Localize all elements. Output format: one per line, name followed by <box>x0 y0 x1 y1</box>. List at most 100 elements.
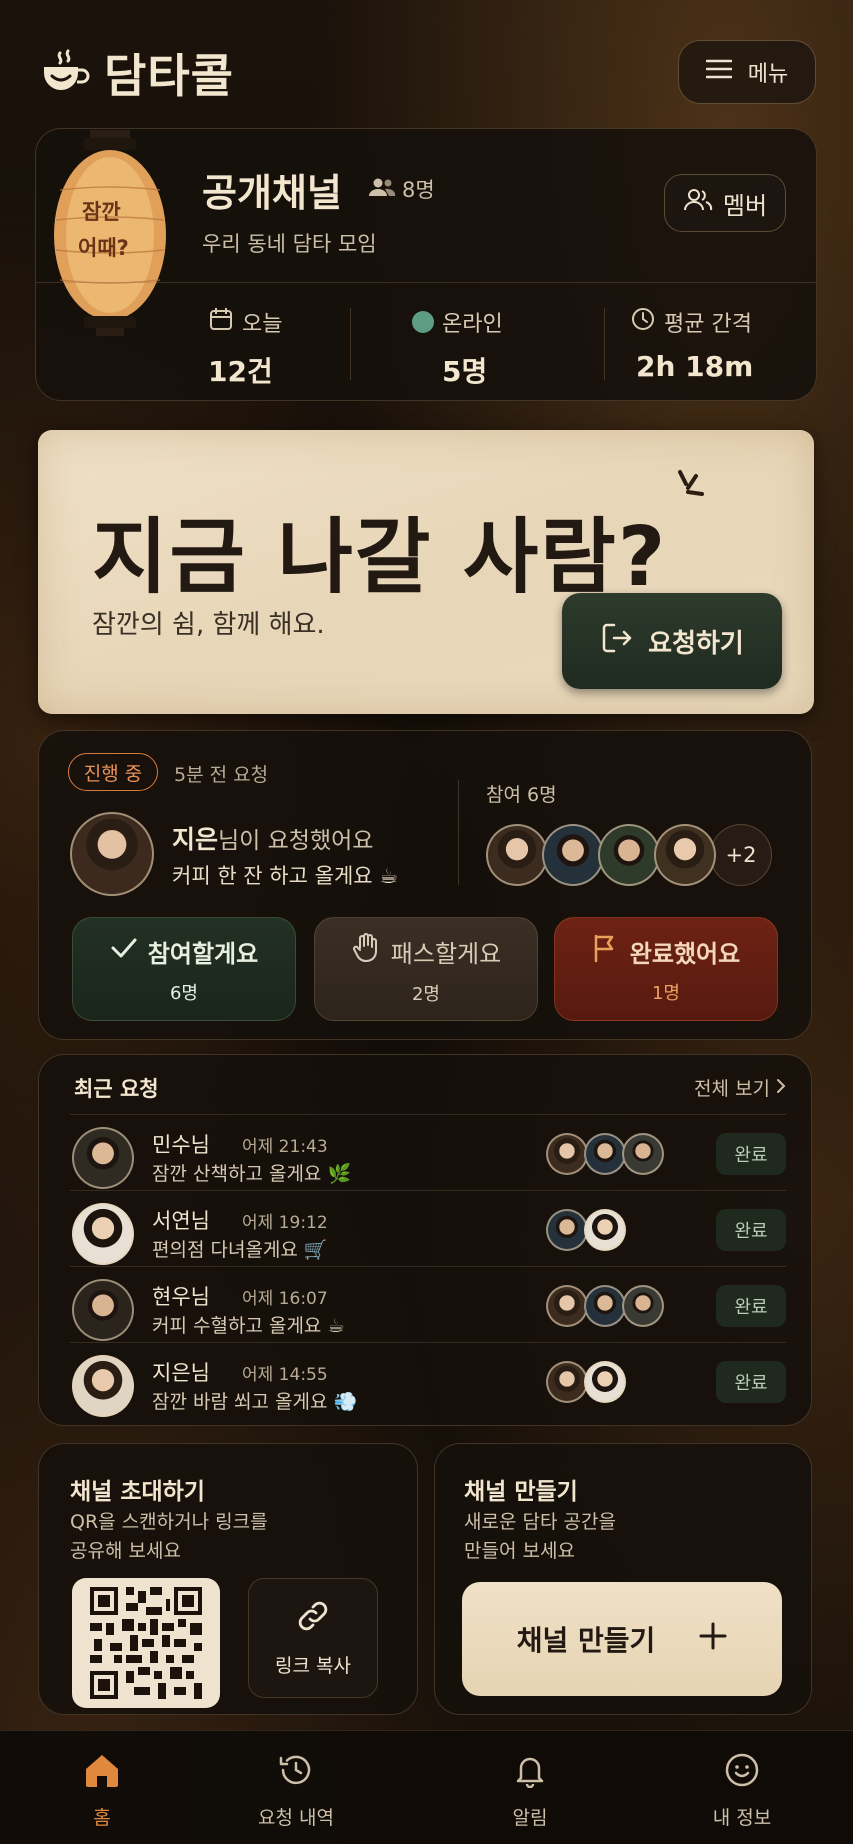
create-line-2: 만들어 보세요 <box>464 1540 575 1562</box>
coffee-cup-icon <box>40 49 92 97</box>
more-participants-badge: +2 <box>710 824 772 886</box>
nav-history[interactable]: 요청 내역 <box>226 1752 366 1830</box>
list-item-name: 지은님 <box>152 1361 210 1385</box>
chevron-right-icon <box>776 1077 786 1099</box>
divider <box>458 780 459 885</box>
nav-history-label: 요청 내역 <box>258 1807 334 1829</box>
avatar <box>622 1285 664 1327</box>
sparkle-icon <box>672 470 716 518</box>
qr-code[interactable] <box>72 1578 220 1708</box>
calendar-icon <box>208 306 234 338</box>
list-item-time: 어제 16:07 <box>242 1289 328 1309</box>
avatar <box>72 1127 134 1189</box>
avatar <box>546 1285 588 1327</box>
avatar <box>542 824 604 886</box>
avatar <box>598 824 660 886</box>
menu-label: 메뉴 <box>747 62 789 87</box>
participant-avatars <box>546 1285 664 1327</box>
copy-link-button[interactable]: 링크 복사 <box>248 1578 378 1698</box>
stat-interval: 평균 간격 2h 18m <box>630 306 753 383</box>
done-count: 1명 <box>651 983 680 1004</box>
join-label: 참여할게요 <box>147 939 259 968</box>
status-badge: 완료 <box>716 1209 786 1251</box>
create-channel-label: 채널 만들기 <box>516 1624 656 1657</box>
member-button[interactable]: 멤버 <box>664 174 786 232</box>
status-badge: 완료 <box>716 1361 786 1403</box>
lantern-text-1: 잠깐 <box>82 200 121 224</box>
list-item[interactable]: 민수님 어제 21:43 잠깐 산책하고 올게요 🌿 완료 <box>70 1114 786 1190</box>
invite-title: 채널 초대하기 <box>70 1479 205 1505</box>
list-item-message: 커피 수혈하고 올게요 ☕ <box>152 1315 345 1337</box>
stat-online-label: 온라인 <box>442 312 503 337</box>
participants-label: 참여 6명 <box>486 784 557 806</box>
request-message: 커피 한 잔 하고 올게요 ☕ <box>172 864 399 888</box>
requester-line: 지은님이 요청했어요 <box>172 820 373 856</box>
avatar <box>622 1133 664 1175</box>
member-count-text: 8명 <box>402 178 435 202</box>
avatar <box>584 1209 626 1251</box>
participant-avatars[interactable]: +2 <box>486 824 772 886</box>
nav-profile[interactable]: 내 정보 <box>672 1752 812 1830</box>
pass-label: 패스할게요 <box>390 939 502 968</box>
join-count: 6명 <box>169 982 198 1004</box>
stat-interval-value: 2h 18m <box>636 350 754 383</box>
menu-button[interactable]: 메뉴 <box>678 40 816 104</box>
avatar <box>72 1279 134 1341</box>
request-time-ago: 5분 전 요청 <box>174 764 269 786</box>
requester-suffix: 님이 요청했어요 <box>218 828 374 854</box>
member-button-label: 멤버 <box>722 191 768 220</box>
create-channel-button[interactable]: 채널 만들기 <box>462 1582 782 1696</box>
home-icon <box>83 1752 121 1793</box>
stat-today-value: 12건 <box>208 355 273 388</box>
status-badge: 진행 중 <box>68 753 158 791</box>
list-item-message: 잠깐 산책하고 올게요 🌿 <box>152 1163 352 1185</box>
recent-title: 최근 요청 <box>74 1077 159 1101</box>
check-icon <box>110 937 138 965</box>
request-button[interactable]: 요청하기 <box>562 593 782 689</box>
nav-home[interactable]: 홈 <box>32 1752 172 1830</box>
stat-online-value: 5명 <box>442 355 488 388</box>
bell-icon <box>511 1752 549 1793</box>
hamburger-icon <box>705 59 732 85</box>
avatar <box>70 812 154 896</box>
divider <box>604 308 605 380</box>
list-item-message: 잠깐 바람 쐬고 올게요 💨 <box>152 1391 358 1413</box>
list-item-time: 어제 19:12 <box>242 1213 328 1233</box>
plus-icon <box>699 1622 727 1657</box>
channel-description: 우리 동네 담타 모임 <box>202 232 377 256</box>
see-all-label: 전체 보기 <box>694 1078 770 1100</box>
smiley-icon <box>723 1752 761 1793</box>
avatar <box>584 1133 626 1175</box>
divider <box>350 308 351 380</box>
avatar <box>584 1361 626 1403</box>
list-item[interactable]: 지은님 어제 14:55 잠깐 바람 쐬고 올게요 💨 완료 <box>70 1342 786 1418</box>
online-dot-icon <box>412 311 434 333</box>
app-logo: 담타콜 <box>40 40 234 106</box>
avatar <box>72 1355 134 1417</box>
pass-button[interactable]: 패스할게요 2명 <box>314 917 538 1021</box>
nav-alerts[interactable]: 알림 <box>460 1752 600 1830</box>
join-button[interactable]: 참여할게요 6명 <box>72 917 296 1021</box>
stat-today-label: 오늘 <box>242 312 283 337</box>
status-badge: 완료 <box>716 1285 786 1327</box>
list-item[interactable]: 서연님 어제 19:12 편의점 다녀올게요 🛒 완료 <box>70 1190 786 1266</box>
nav-alerts-label: 알림 <box>512 1807 548 1829</box>
invite-line-2: 공유해 보세요 <box>70 1540 181 1562</box>
list-item-name: 서연님 <box>152 1209 210 1233</box>
avatar <box>546 1361 588 1403</box>
invite-line-1: QR을 스캔하거나 링크를 <box>70 1511 268 1533</box>
avatar <box>546 1209 588 1251</box>
nav-profile-label: 내 정보 <box>712 1807 772 1829</box>
copy-link-label: 링크 복사 <box>275 1655 351 1677</box>
channel-name: 공개채널 <box>202 171 342 215</box>
avatar <box>486 824 548 886</box>
stat-interval-label: 평균 간격 <box>664 312 752 337</box>
avatar <box>546 1133 588 1175</box>
done-button[interactable]: 완료했어요 1명 <box>554 917 778 1021</box>
participant-avatars <box>546 1361 626 1403</box>
see-all-link[interactable]: 전체 보기 <box>694 1074 786 1101</box>
people-icon <box>368 177 396 202</box>
link-icon <box>295 1598 331 1639</box>
done-label: 완료했어요 <box>629 939 741 968</box>
list-item[interactable]: 현우님 어제 16:07 커피 수혈하고 올게요 ☕ 완료 <box>70 1266 786 1342</box>
